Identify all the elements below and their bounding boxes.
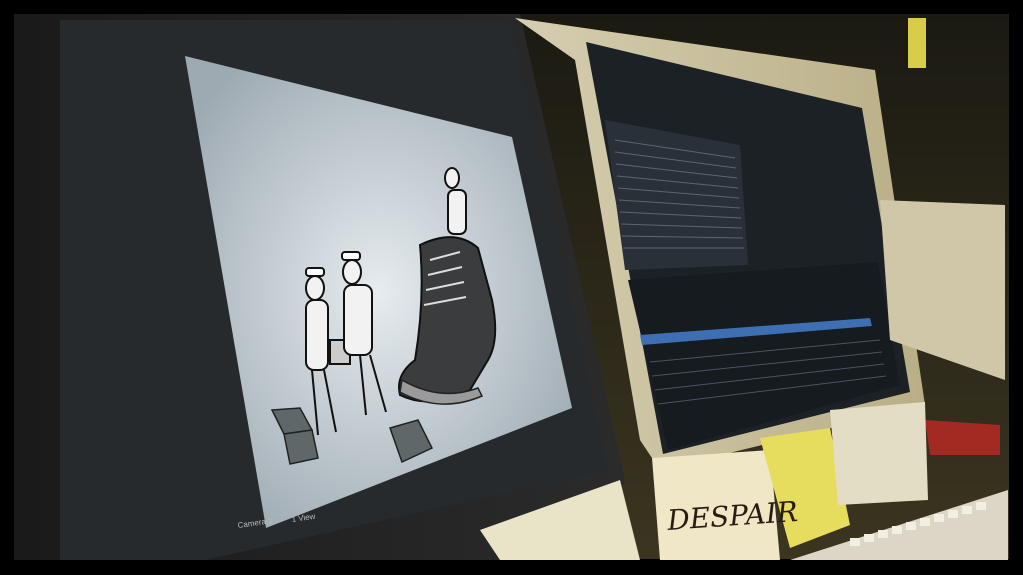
red-object bbox=[925, 420, 1000, 455]
printed-sheet bbox=[830, 402, 928, 505]
office-desk-photo: Camera 2 1 View DESPAIR bbox=[0, 0, 1023, 575]
yellow-note-top bbox=[908, 18, 926, 68]
